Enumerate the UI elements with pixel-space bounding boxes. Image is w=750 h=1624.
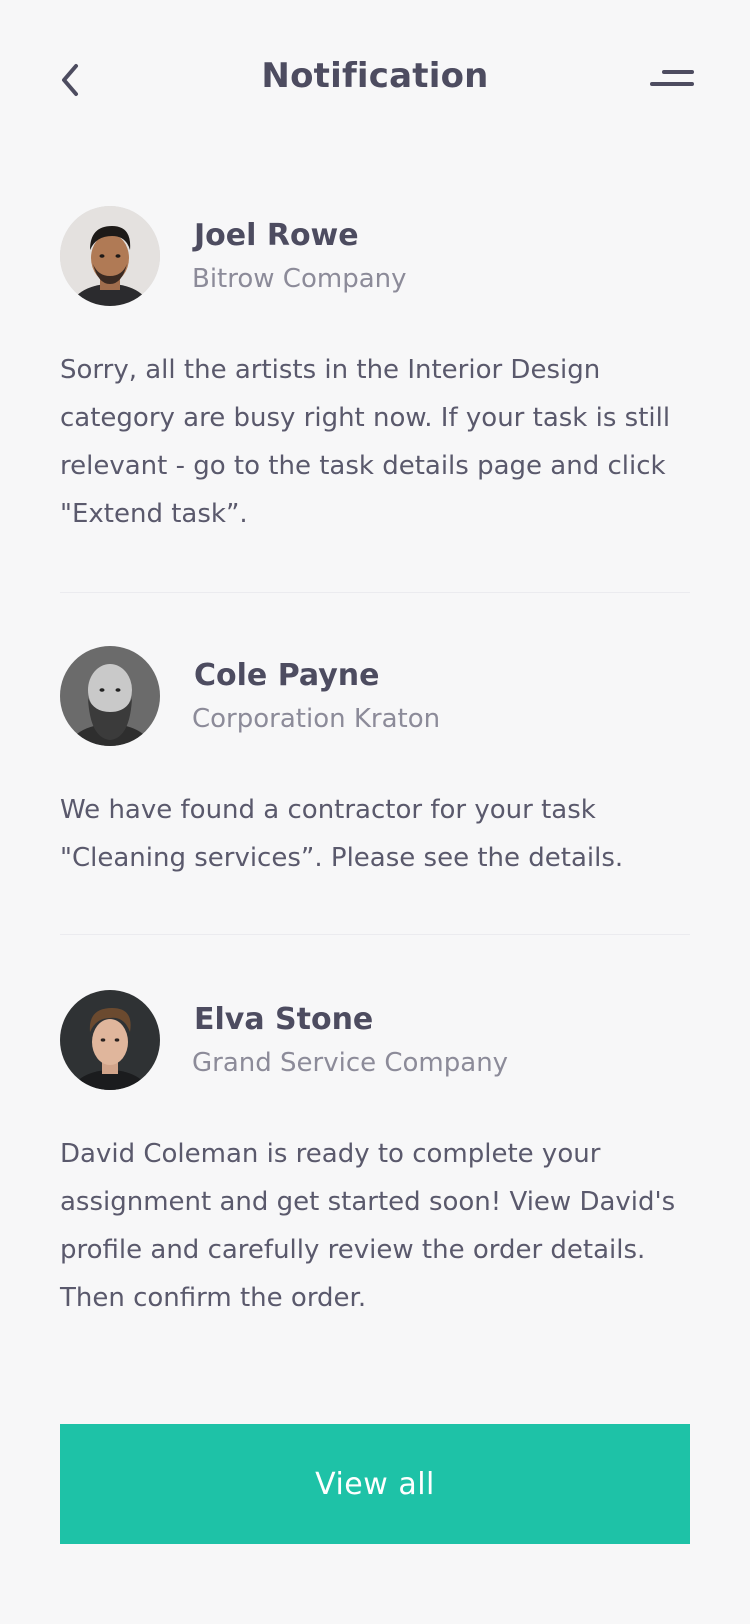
divider xyxy=(60,592,690,593)
sender-name: Cole Payne xyxy=(194,658,380,693)
notification-message: Sorry, all the artists in the Interior D… xyxy=(60,355,671,529)
sender-name: Elva Stone xyxy=(194,1002,374,1037)
header: Notification xyxy=(0,0,750,160)
avatar-elva-stone xyxy=(60,990,160,1090)
menu-lines-icon xyxy=(650,70,694,86)
sender-company: Corporation Kraton xyxy=(192,704,441,734)
page-title: Notification xyxy=(261,56,489,96)
sender-company: Grand Service Company xyxy=(192,1048,509,1078)
avatar-cole-payne xyxy=(60,646,160,746)
avatar-joel-rowe xyxy=(60,206,160,306)
notification-message: We have found a contractor for your task… xyxy=(60,795,624,873)
sender-name: Joel Rowe xyxy=(194,218,359,253)
sender-company: Bitrow Company xyxy=(192,264,407,294)
avatar xyxy=(60,990,160,1090)
notification-message: David Coleman is ready to complete your … xyxy=(60,1139,676,1313)
avatar xyxy=(60,206,160,306)
avatar xyxy=(60,646,160,746)
divider xyxy=(60,934,690,935)
menu-button[interactable] xyxy=(650,60,698,100)
view-all-button[interactable]: View all xyxy=(60,1424,690,1544)
